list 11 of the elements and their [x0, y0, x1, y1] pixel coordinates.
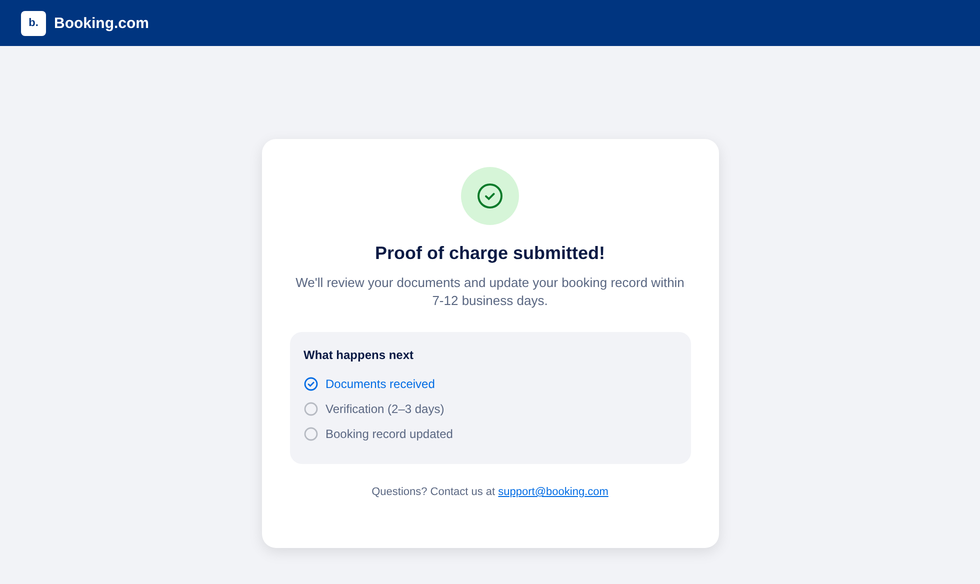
support-email-link[interactable]: support@booking.com	[498, 486, 608, 498]
step-label: Verification (2–3 days)	[326, 402, 444, 416]
logo-icon[interactable]: b.	[21, 10, 46, 36]
check-circle-icon	[477, 183, 503, 209]
card-message: We'll review your documents and update your booking record within 7-12 business days.	[295, 274, 685, 310]
step-label: Booking record updated	[326, 426, 453, 440]
contact-text: Questions? Contact us at support@booking.com	[372, 486, 608, 498]
next-steps-heading: What happens next	[304, 348, 415, 362]
brand-name: Booking.com	[54, 14, 150, 32]
step-label: Documents received	[326, 376, 435, 390]
card-title: Proof of charge submitted!	[374, 243, 605, 264]
